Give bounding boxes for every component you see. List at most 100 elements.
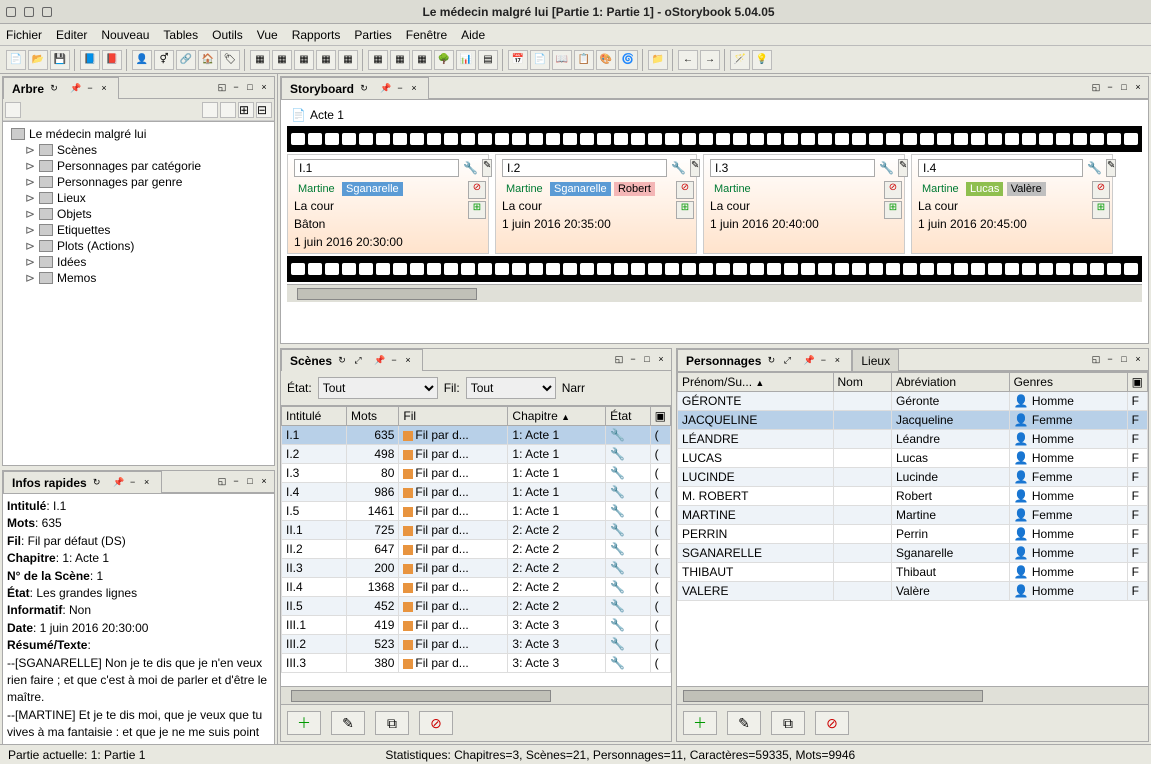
menu-nouveau[interactable]: Nouveau bbox=[101, 28, 149, 42]
col-header[interactable]: Prénom/Su... ▲ bbox=[678, 373, 834, 392]
table-row[interactable]: VALEREValère👤 HommeF bbox=[678, 582, 1148, 601]
scene-card[interactable]: 🔧✎Martine SganarelleLa courBâton1 juin 2… bbox=[287, 154, 489, 254]
char-tag[interactable]: Sganarelle bbox=[550, 182, 611, 196]
addsq-icon[interactable]: ⊞ bbox=[468, 201, 486, 219]
char-tag[interactable]: Lucas bbox=[966, 182, 1003, 196]
pers-tab[interactable]: Personnages ↻ ⤢ 📌 − × bbox=[677, 349, 852, 371]
storyboard-scrollbar[interactable] bbox=[287, 284, 1142, 302]
tree-item[interactable]: ⊳Personnages par catégorie bbox=[7, 158, 270, 174]
table5-icon[interactable]: ▦ bbox=[338, 50, 358, 70]
col-header[interactable]: Intitulé bbox=[282, 407, 347, 426]
close6-icon[interactable]: × bbox=[1132, 354, 1144, 366]
table-row[interactable]: II.2647Fil par d...2: Acte 2🔧( bbox=[282, 540, 671, 559]
addsq-icon[interactable]: ⊞ bbox=[1092, 201, 1110, 219]
expand-icon[interactable]: ⊳ bbox=[25, 255, 35, 269]
table3-icon[interactable]: ▦ bbox=[294, 50, 314, 70]
fil-select[interactable]: Tout bbox=[466, 377, 556, 399]
table-row[interactable]: I.51461Fil par d...1: Acte 1🔧( bbox=[282, 502, 671, 521]
edit-scene-icon[interactable]: ✎ bbox=[1106, 159, 1116, 177]
ext6-icon[interactable]: ⤢ bbox=[781, 355, 793, 367]
addsq-icon[interactable]: ⊞ bbox=[676, 201, 694, 219]
edit-scene-icon[interactable]: ✎ bbox=[898, 159, 908, 177]
table4-icon[interactable]: ▦ bbox=[316, 50, 336, 70]
char-tag[interactable]: Sganarelle bbox=[342, 182, 403, 196]
tree-item[interactable]: ⊳Lieux bbox=[7, 190, 270, 206]
float3-icon[interactable]: ◱ bbox=[216, 476, 228, 488]
close-icon[interactable] bbox=[6, 7, 16, 17]
ext5-icon[interactable]: ⤢ bbox=[352, 355, 364, 367]
scenes-tab[interactable]: Scènes ↻ ⤢ 📌 − × bbox=[281, 349, 423, 371]
table1-icon[interactable]: ▦ bbox=[250, 50, 270, 70]
spiral-icon[interactable]: 🌀 bbox=[618, 50, 638, 70]
table-row[interactable]: GÉRONTEGéronte👤 HommeF bbox=[678, 392, 1148, 411]
gender-icon[interactable]: ⚥ bbox=[154, 50, 174, 70]
tree-expand-icon[interactable]: ⊞ bbox=[238, 102, 254, 118]
char-tag[interactable]: Martine bbox=[710, 182, 755, 196]
table-row[interactable]: I.4986Fil par d...1: Acte 1🔧( bbox=[282, 483, 671, 502]
wrench-icon[interactable]: 🔧 bbox=[879, 161, 894, 175]
grid2-icon[interactable]: ▦ bbox=[390, 50, 410, 70]
table-row[interactable]: M. ROBERTRobert👤 HommeF bbox=[678, 487, 1148, 506]
tree-tbtn3[interactable] bbox=[220, 102, 236, 118]
max5-icon[interactable]: □ bbox=[641, 354, 653, 366]
pin2-icon[interactable]: 📌 bbox=[113, 477, 125, 489]
col-header[interactable]: Mots bbox=[347, 407, 399, 426]
list-icon[interactable]: 📋 bbox=[574, 50, 594, 70]
expand-icon[interactable]: ⊳ bbox=[25, 143, 35, 157]
book-red-icon[interactable]: 📕 bbox=[102, 50, 122, 70]
menu-fichier[interactable]: Fichier bbox=[6, 28, 42, 42]
col-scroll[interactable]: ▣ bbox=[650, 407, 670, 426]
copy2-button[interactable]: ⧉ bbox=[771, 711, 805, 735]
relation-icon[interactable]: 🔗 bbox=[176, 50, 196, 70]
max2-icon[interactable]: □ bbox=[244, 82, 256, 94]
float-icon[interactable]: ◱ bbox=[216, 82, 228, 94]
back-icon[interactable]: ← bbox=[678, 50, 698, 70]
tree-item[interactable]: ⊳Etiquettes bbox=[7, 222, 270, 238]
scene-id-input[interactable] bbox=[294, 159, 459, 177]
tree-tbtn1[interactable] bbox=[5, 102, 21, 118]
min2-icon[interactable]: − bbox=[230, 82, 242, 94]
menu-rapports[interactable]: Rapports bbox=[292, 28, 341, 42]
table-row[interactable]: III.2523Fil par d...3: Acte 3🔧( bbox=[282, 635, 671, 654]
scenes-scrollbar[interactable] bbox=[281, 686, 671, 704]
menu-editer[interactable]: Editer bbox=[56, 28, 87, 42]
col-header[interactable]: Genres bbox=[1009, 373, 1127, 392]
close3-icon[interactable]: × bbox=[258, 476, 270, 488]
addsq-icon[interactable]: ⊞ bbox=[884, 201, 902, 219]
minus-icon[interactable]: − bbox=[84, 83, 96, 95]
scene-card[interactable]: 🔧✎MartineLa cour1 juin 2016 20:40:00⊘⊞ bbox=[703, 154, 905, 254]
noentry-icon[interactable]: ⊘ bbox=[1092, 181, 1110, 199]
person-icon[interactable]: 👤 bbox=[132, 50, 152, 70]
table2-icon[interactable]: ▦ bbox=[272, 50, 292, 70]
tree-collapse-icon[interactable]: ⊟ bbox=[256, 102, 272, 118]
char-tag[interactable]: Martine bbox=[918, 182, 963, 196]
expand-icon[interactable]: ⊳ bbox=[25, 207, 35, 221]
location-icon[interactable]: 🏠 bbox=[198, 50, 218, 70]
noentry-icon[interactable]: ⊘ bbox=[676, 181, 694, 199]
calendar-icon[interactable]: 📅 bbox=[508, 50, 528, 70]
x3-icon[interactable]: × bbox=[141, 477, 153, 489]
add-button[interactable]: ＋ bbox=[287, 711, 321, 735]
table-row[interactable]: THIBAUTThibaut👤 HommeF bbox=[678, 563, 1148, 582]
expand-icon[interactable]: ⊳ bbox=[25, 191, 35, 205]
tree-item[interactable]: ⊳Objets bbox=[7, 206, 270, 222]
maximize-icon[interactable] bbox=[42, 7, 52, 17]
forward-icon[interactable]: → bbox=[700, 50, 720, 70]
table-row[interactable]: JACQUELINEJacqueline👤 FemmeF bbox=[678, 411, 1148, 430]
refresh5-icon[interactable]: ↻ bbox=[336, 355, 348, 367]
min6-icon[interactable]: − bbox=[1104, 354, 1116, 366]
min3-icon[interactable]: − bbox=[230, 476, 242, 488]
menu-vue[interactable]: Vue bbox=[257, 28, 278, 42]
book-blue-icon[interactable]: 📘 bbox=[80, 50, 100, 70]
delete-button[interactable]: ⊘ bbox=[419, 711, 453, 735]
info-panel-tab[interactable]: Infos rapides ↻ 📌 − × bbox=[3, 471, 162, 493]
table-row[interactable]: III.1419Fil par d...3: Acte 3🔧( bbox=[282, 616, 671, 635]
table-row[interactable]: LÉANDRELéandre👤 HommeF bbox=[678, 430, 1148, 449]
float4-icon[interactable]: ◱ bbox=[1090, 82, 1102, 94]
edit-scene-icon[interactable]: ✎ bbox=[482, 159, 492, 177]
col-header[interactable]: Abréviation bbox=[891, 373, 1009, 392]
char-tag[interactable]: Robert bbox=[614, 182, 655, 196]
table-row[interactable]: I.380Fil par d...1: Acte 1🔧( bbox=[282, 464, 671, 483]
org-icon[interactable]: ▤ bbox=[478, 50, 498, 70]
tree-item[interactable]: ⊳Scènes bbox=[7, 142, 270, 158]
